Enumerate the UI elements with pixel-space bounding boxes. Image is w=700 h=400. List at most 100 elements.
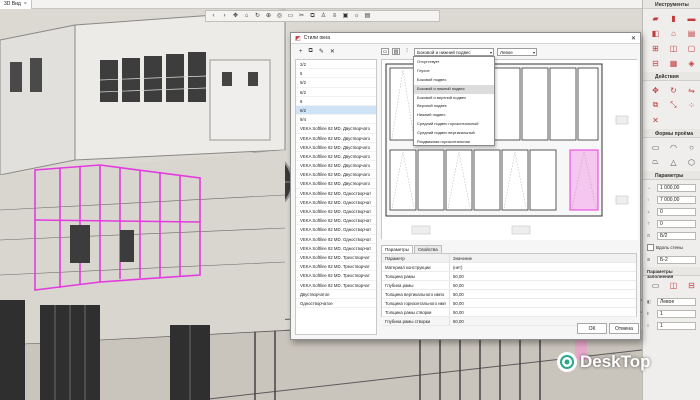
field-f[interactable]: 1 — [657, 321, 696, 330]
close-icon[interactable]: × — [24, 1, 27, 7]
arch-shape-icon[interactable]: ◠ — [666, 141, 681, 153]
fill-icon-1[interactable]: ▭ — [648, 279, 663, 291]
style-list-item[interactable]: VEKA Softline 82 MD. Двустворчато — [296, 161, 376, 171]
field-e[interactable]: 1 — [657, 309, 696, 318]
param-row[interactable]: Толщина вертикального импо 50,00 — [382, 290, 636, 299]
style-list-item[interactable]: VEKA Softline 82 MD. Трехстворчат — [296, 271, 376, 281]
cut-icon[interactable]: ✂ — [297, 12, 306, 20]
style-list-item[interactable]: VEKA Softline 82 MD. Одностворчат — [296, 207, 376, 217]
style-list-item[interactable]: 6/2 — [296, 105, 376, 116]
param-row[interactable]: Толщина горизонтального имп 50,00 — [382, 299, 636, 308]
slab-tool-icon[interactable]: ◧ — [648, 27, 663, 39]
dropdown-option[interactable]: Раздвижная горизонтальная — [414, 138, 494, 147]
param-value[interactable]: 50,00 — [450, 299, 636, 307]
door-tool-icon[interactable]: ◫ — [666, 42, 681, 54]
railing-tool-icon[interactable]: ⊟ — [648, 57, 663, 69]
dropdown-option[interactable]: Боковой и нижний подвес — [414, 84, 494, 94]
field-a[interactable]: 0 — [657, 207, 696, 216]
window-tool-icon[interactable]: ⊞ — [648, 42, 663, 54]
view-icon[interactable]: ▣ — [341, 12, 350, 20]
side-select[interactable]: Левое ▾ — [497, 47, 537, 56]
dialog-close-icon[interactable]: ✕ — [631, 35, 636, 42]
style-list-item[interactable]: VEKA Softline 82 MD. Двустворчато — [296, 124, 376, 134]
copy-icon[interactable]: ⧉ — [648, 99, 663, 111]
style-list-item[interactable]: VEKA Softline 82 MD. Одностворчат — [296, 198, 376, 207]
dropdown-option[interactable]: Боковой и верхний подвес — [414, 94, 494, 103]
back-icon[interactable]: ‹ — [209, 12, 218, 20]
style-list[interactable]: 2/2 5 5/2 6/2 8 6/2 9/4 VEKA Softline 82 MD. Дв… — [295, 59, 377, 335]
param-value[interactable]: (нет) — [450, 263, 636, 271]
opening-tool-icon[interactable]: ▢ — [684, 42, 699, 54]
style-list-item[interactable]: VEKA Softline 82 MD. Двустворчато — [296, 143, 376, 152]
width-field[interactable]: 1 000,00 — [657, 183, 696, 192]
curtain-wall-tool-icon[interactable]: ▦ — [666, 57, 681, 69]
style-list-item[interactable]: VEKA Softline 82 MD. Одностворчат — [296, 189, 376, 198]
dropdown-option[interactable]: Нижний подвес — [414, 111, 494, 120]
style-list-item[interactable]: VEKA Softline 82 MD. Одностворчат — [296, 244, 376, 253]
tab-parameters[interactable]: Параметры — [381, 245, 413, 253]
home-icon[interactable]: ⌂ — [242, 12, 251, 20]
ok-button[interactable]: ОК — [577, 323, 607, 334]
walk-icon[interactable]: ♙ — [319, 12, 328, 20]
orbit-icon[interactable]: ◎ — [275, 12, 284, 20]
style-list-item[interactable]: 8 — [296, 97, 376, 106]
style-list-item[interactable]: 5 — [296, 69, 376, 79]
duplicate-style-icon[interactable]: ⧉ — [309, 48, 313, 55]
field-d[interactable]: Б-2 — [657, 255, 696, 264]
param-value[interactable]: 50,00 — [450, 290, 636, 298]
split-icon[interactable]: ⫶ — [403, 48, 411, 55]
roof-tool-icon[interactable]: ⌂ — [666, 27, 681, 39]
object-tool-icon[interactable]: ◈ — [684, 57, 699, 69]
layers-icon[interactable]: ≡ — [330, 12, 339, 20]
section-icon[interactable]: ▭ — [286, 12, 295, 20]
style-list-item[interactable]: Двустворчатое — [296, 290, 376, 299]
style-list-item[interactable]: VEKA Softline 82 MD. Одностворчат — [296, 216, 376, 226]
param-row[interactable]: Материал конструкции (нет) — [382, 263, 636, 272]
param-value[interactable]: 50,00 — [450, 308, 636, 316]
style-list-item[interactable]: Одностворчатое — [296, 299, 376, 309]
cancel-button[interactable]: Отмена — [609, 323, 639, 334]
scale-icon[interactable]: ⤡ — [666, 99, 681, 111]
style-list-item[interactable]: VEKA Softline 82 MD. Двустворчато — [296, 179, 376, 189]
refresh-icon[interactable]: ↻ — [253, 12, 262, 20]
style-list-item[interactable]: VEKA Softline 82 MD. Двустворчато — [296, 170, 376, 180]
fill-icon-3[interactable]: ⊟ — [684, 279, 699, 291]
style-list-item[interactable]: VEKA Softline 82 MD. Двустворчато — [296, 152, 376, 162]
column-tool-icon[interactable]: ▮ — [666, 12, 681, 24]
round-shape-icon[interactable]: ○ — [684, 141, 699, 153]
dropdown-option[interactable]: Средний подвес вертикальный — [414, 129, 494, 138]
opening-type-dropdown[interactable]: Отсутствует Глухое Боковой подвес Боковой и… — [413, 56, 495, 146]
dropdown-option[interactable]: Глухое — [414, 67, 494, 76]
light-icon[interactable]: ☼ — [352, 12, 361, 20]
wall-edge-checkbox[interactable] — [647, 244, 654, 251]
stair-tool-icon[interactable]: ▤ — [684, 27, 699, 39]
rotate-icon[interactable]: ↻ — [666, 84, 681, 96]
param-row[interactable]: Толщина рамы 50,00 — [382, 272, 636, 281]
dropdown-option[interactable]: Верхний подвес — [414, 102, 494, 111]
display-icon[interactable]: ▤ — [363, 12, 372, 20]
opening-type-select[interactable]: Боковой и нижний подвес ▾ — [414, 47, 494, 56]
rect-shape-icon[interactable]: ▭ — [648, 141, 663, 153]
param-value[interactable]: 50,00 — [450, 272, 636, 280]
style-list-item[interactable]: VEKA Softline 82 MD. Трехстворчат — [296, 253, 376, 263]
field-b[interactable]: 0 — [657, 219, 696, 228]
dropdown-option[interactable]: Отсутствует — [414, 58, 494, 67]
field-c[interactable]: Б/2 — [657, 231, 696, 240]
tab-properties[interactable]: Свойства — [414, 245, 442, 253]
add-style-icon[interactable]: + — [299, 49, 303, 55]
split-icon[interactable]: ⧉ — [308, 12, 317, 20]
triangle-shape-icon[interactable]: △ — [666, 156, 681, 168]
delete-style-icon[interactable]: ✕ — [330, 48, 335, 55]
style-list-item[interactable]: VEKA Softline 82 MD. Одностворчат — [296, 225, 376, 235]
style-list-item[interactable]: 5/2 — [296, 78, 376, 88]
frame-view-icon[interactable]: ▭ — [381, 48, 389, 55]
param-row[interactable]: Глубина рамы 50,00 — [382, 281, 636, 290]
trapezoid-shape-icon[interactable]: ⏢ — [648, 156, 663, 168]
beam-tool-icon[interactable]: ▬ — [684, 12, 699, 24]
style-list-item[interactable]: 2/2 — [296, 60, 376, 70]
delete-icon[interactable]: ✕ — [648, 114, 663, 126]
style-list-item[interactable]: VEKA Softline 82 MD. Трехстворчат — [296, 281, 376, 290]
pan-icon[interactable]: ✥ — [231, 12, 240, 20]
move-icon[interactable]: ✥ — [648, 84, 663, 96]
dropdown-option[interactable]: Средний подвес горизонтальный — [414, 120, 494, 129]
